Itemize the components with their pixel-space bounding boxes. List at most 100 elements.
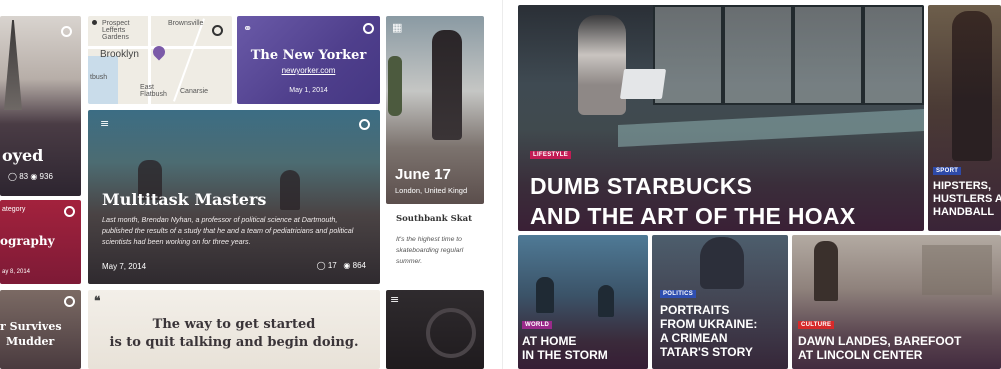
headline-line: HUSTLERS A [933,193,1001,205]
comment-icon: ◯ [316,261,326,270]
headline-line: AT LINCOLN CENTER [798,348,923,362]
map-label: Canarsie [180,88,209,95]
eiffel-tower-card[interactable]: oyed ◯ 83 ◉ 936 [0,16,81,196]
text-icon: ≡ [100,117,110,130]
category-tag-culture[interactable]: CULTURE [798,321,835,329]
view-count: 936 [39,172,53,181]
steering-wheel-shape [426,308,476,358]
skater-photo-card[interactable]: ▦ June 17 London, United Kingd [386,16,484,204]
comment-count: 17 [327,261,337,270]
new-yorker-card[interactable]: ⚭ The New Yorker newyorker.com May 1, 20… [237,16,380,104]
multitask-masters-card[interactable]: ≡ Multitask Masters Last month, Brendan … [88,110,380,284]
panel-divider [502,0,503,369]
location-icon [92,20,97,25]
window-pane [863,5,924,105]
southbank-card[interactable]: Southbank Skat It's the highest time to … [386,204,484,284]
circle-toggle-icon[interactable] [61,26,72,37]
card-title: The New Yorker [250,48,367,63]
card-headline: DAWN LANDES, BAREFOOT AT LINCOLN CENTER [798,334,961,362]
building-shape [922,245,992,295]
headline-line: HANDBALL [933,206,995,218]
card-stats: ◯ 83 ◉ 936 [8,172,53,181]
card-headline: AT HOME IN THE STORM [522,334,608,362]
eye-icon: ◉ [30,172,38,181]
category-tag-world[interactable]: WORLD [522,321,553,329]
category-tag-lifestyle[interactable]: LIFESTYLE [530,151,572,159]
headline-line: FROM UKRAINE: [660,317,758,331]
circle-toggle-icon[interactable] [64,296,75,307]
headline-line: DUMB STARBUCKS [530,173,753,199]
card-excerpt: It's the highest time to skateboarding r… [396,236,464,265]
ukraine-article-card[interactable]: POLITICS PORTRAITS FROM UKRAINE: A CRIME… [652,235,788,369]
circle-toggle-icon[interactable] [359,119,370,130]
quote-icon: ❝ [94,294,101,308]
hero-article-card[interactable]: LIFESTYLE DUMB STARBUCKS AND THE ART OF … [518,5,924,231]
map-label: Lefferts [102,27,126,34]
map-label: Brownsville [168,20,204,27]
event-location: London, United Kingd [395,186,468,195]
hipsters-article-card[interactable]: SPORT HIPSTERS, HUSTLERS A HANDBALL [928,5,1001,231]
palm-tree-shape [388,56,402,116]
card-category: ategory [2,206,26,213]
quote-line: The way to get started [152,317,316,332]
comment-icon: ◯ [8,172,17,181]
headline-line: A CRIMEAN [660,331,728,345]
category-tag-sport[interactable]: SPORT [933,167,962,175]
headline-line: DAWN LANDES, BAREFOOT [798,334,962,348]
link-icon: ⚭ [243,22,253,35]
person-silhouette [280,170,300,210]
circle-toggle-icon[interactable] [64,206,75,217]
headline-line: AND THE ART OF THE HOAX [530,203,856,229]
laptop-shape [619,69,667,99]
card-headline: HIPSTERS, HUSTLERS A HANDBALL [933,180,1001,219]
infographic-card[interactable]: ategory ography ay 8, 2014 [0,200,81,284]
person-silhouette [814,241,838,301]
hero-headline: DUMB STARBUCKS AND THE ART OF THE HOAX [530,171,856,231]
card-date: May 7, 2014 [102,262,147,271]
map-label: Brooklyn [100,49,139,60]
left-screenshot-panel: oyed ◯ 83 ◉ 936 Prospect Lefferts Garden… [0,0,484,369]
mudder-card[interactable]: r Survives Mudder [0,290,81,369]
view-count: 864 [352,261,366,270]
circle-toggle-icon[interactable] [363,23,374,34]
comment-count: 83 [19,172,29,181]
category-tag-politics[interactable]: POLITICS [660,290,697,298]
skater-silhouette [432,30,462,140]
quote-card[interactable]: ❝ The way to get started is to quit talk… [88,290,380,369]
map-label: Flatbush [140,91,167,98]
card-title: ography [0,234,55,248]
card-stats: ◯ 17 ◉ 864 [317,261,366,270]
headline-line: TATAR'S STORY [660,345,753,359]
headline-line: PORTRAITS [660,303,730,317]
card-date: May 1, 2014 [289,87,328,94]
person-silhouette [578,15,626,115]
person-silhouette [598,285,614,317]
quote-line: is to quit talking and begin doing. [109,335,359,350]
lincoln-center-article-card[interactable]: CULTURE DAWN LANDES, BAREFOOT AT LINCOLN… [792,235,1001,369]
card-headline: PORTRAITS FROM UKRAINE: A CRIMEAN TATAR'… [660,303,757,359]
map-label: tbush [90,74,108,81]
eiffel-tower-shape [4,20,22,110]
card-title: Multitask Masters [102,190,267,209]
window-pane [723,5,793,105]
card-link[interactable]: newyorker.com [237,66,380,75]
card-title: Southbank Skat [396,214,473,224]
car-interior-card[interactable]: ≡ [386,290,484,369]
person-silhouette [700,237,744,289]
headline-line: HIPSTERS, [933,180,992,192]
quote-text: The way to get started is to quit talkin… [88,316,380,352]
headline-line: AT HOME [522,334,577,348]
card-title-line: Mudder [6,335,55,348]
storm-article-card[interactable]: WORLD AT HOME IN THE STORM [518,235,648,369]
window-pane [793,5,863,105]
person-silhouette [952,11,992,161]
map-card[interactable]: Prospect Lefferts Gardens Brownsville Br… [88,16,232,104]
right-screenshot-panel: LIFESTYLE DUMB STARBUCKS AND THE ART OF … [518,0,1001,369]
card-date: ay 8, 2014 [2,269,31,275]
event-date: June 17 [395,166,451,183]
map-label: Prospect [102,20,130,27]
card-excerpt: Last month, Brendan Nyhan, a professor o… [102,215,354,246]
map-label: Gardens [102,34,129,41]
circle-toggle-icon[interactable] [212,25,223,36]
map-label: East [140,84,155,91]
